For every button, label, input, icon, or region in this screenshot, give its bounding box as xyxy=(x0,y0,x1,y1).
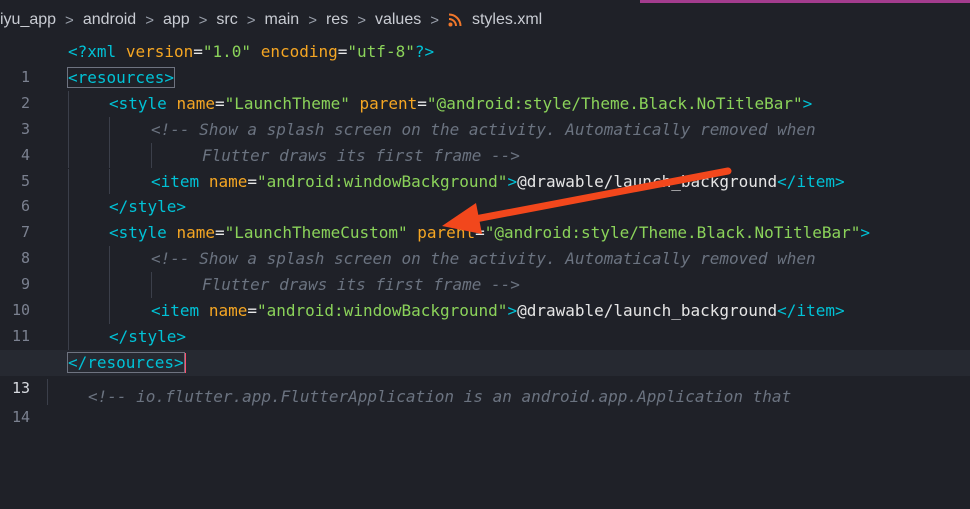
annotation-arrow-icon xyxy=(442,167,732,234)
line-number: 14 xyxy=(11,407,30,426)
